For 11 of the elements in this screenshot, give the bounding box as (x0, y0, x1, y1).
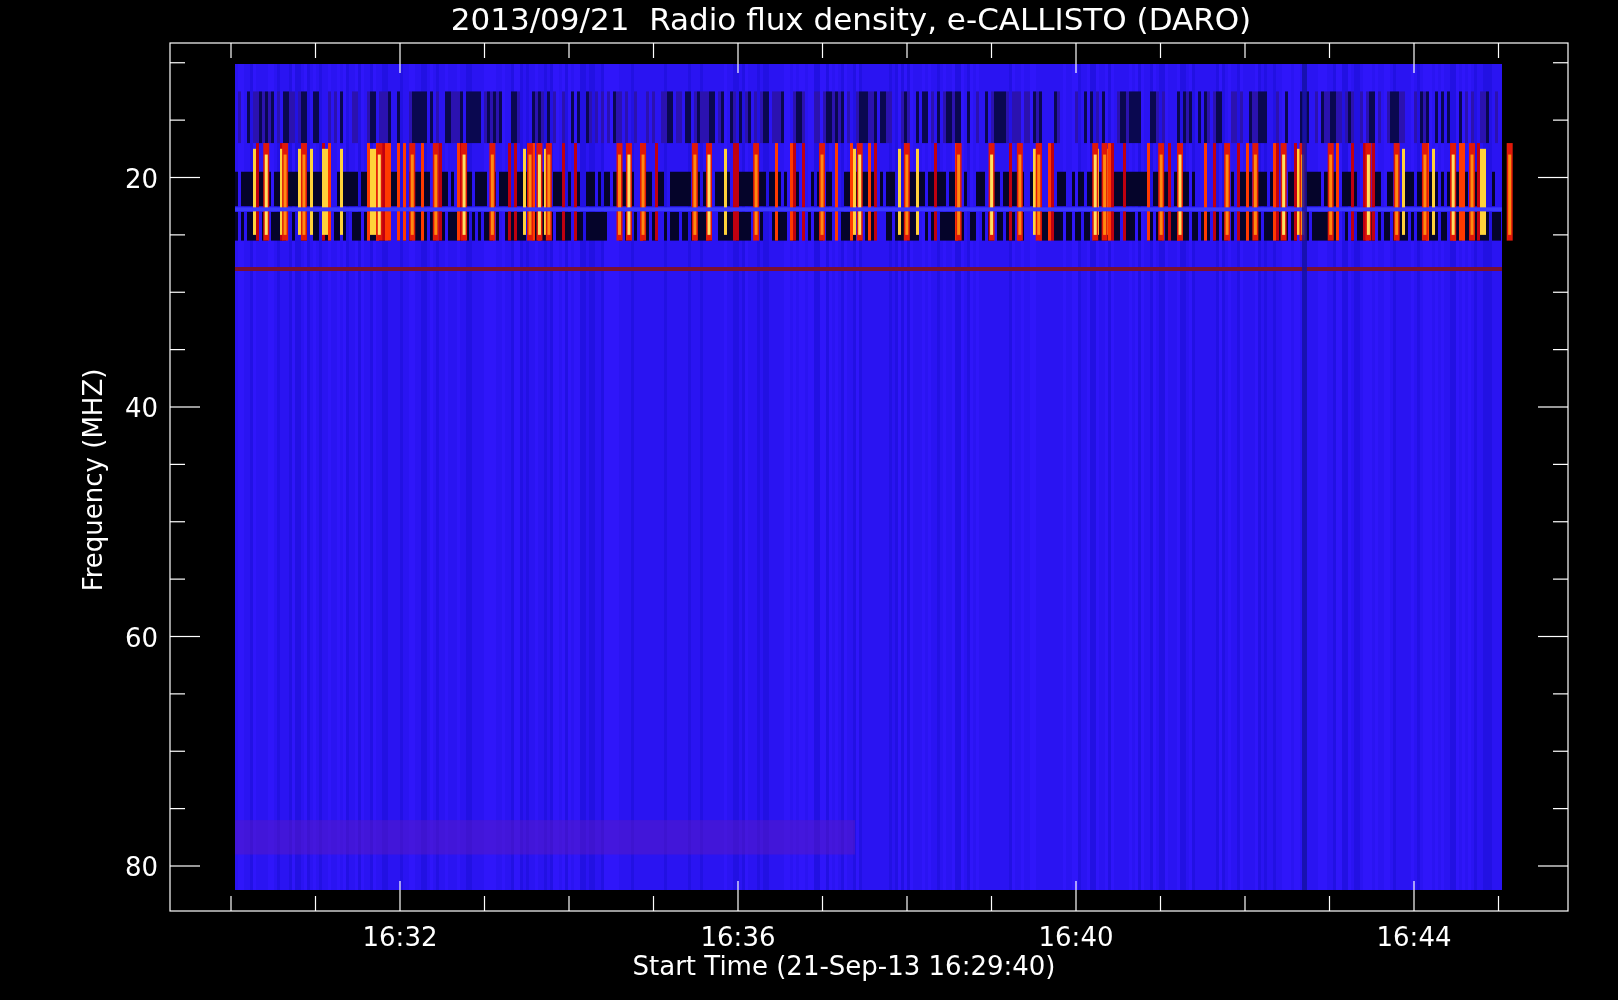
y-tick-label: 60 (124, 622, 158, 653)
y-axis-label: Frequency (MHZ) (78, 368, 108, 592)
y-tick-label: 40 (124, 393, 158, 423)
x-tick-label: 16:44 (1376, 922, 1452, 952)
x-axis-label: Start Time (21-Sep-13 16:29:40) (632, 951, 1056, 981)
chart-title: 2013/09/21 Radio flux density, e-CALLISTO (DARO) (450, 1, 1252, 37)
y-tick-label: 80 (124, 852, 158, 882)
x-tick-label: 16:32 (362, 922, 438, 952)
y-tick-label: 20 (124, 163, 158, 194)
x-tick-label: 16:36 (700, 922, 776, 952)
x-tick-label: 16:40 (1038, 922, 1114, 952)
